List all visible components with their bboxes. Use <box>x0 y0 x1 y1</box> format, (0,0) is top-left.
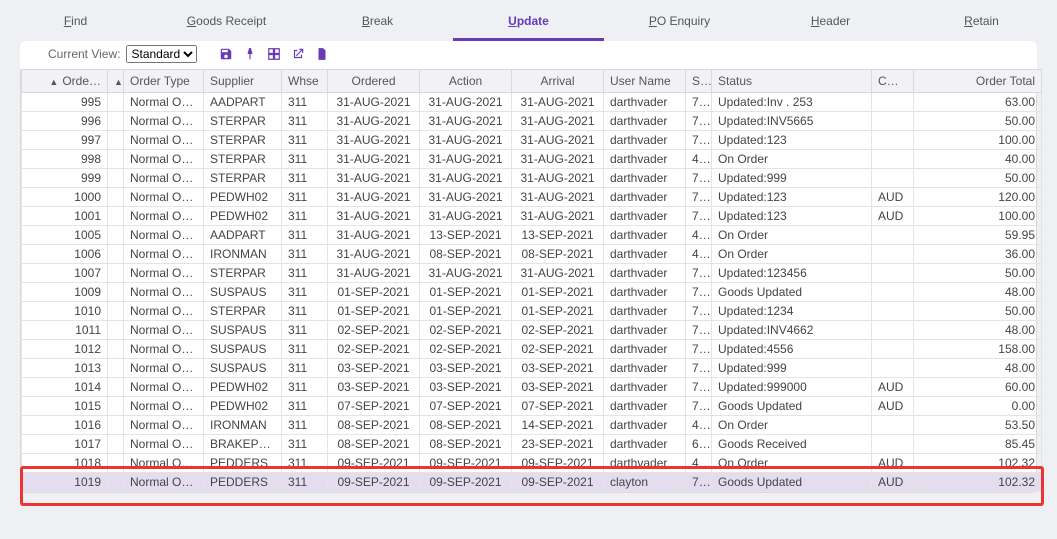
table-row[interactable]: 1017Normal OrderBRAKEPRO31108-SEP-202108… <box>22 435 1042 454</box>
col-user[interactable]: User Name <box>604 70 686 93</box>
col-c[interactable]: C… <box>872 70 914 93</box>
tab-po-enquiry[interactable]: PO Enquiry <box>604 6 755 41</box>
table-row[interactable]: 1013Normal OrderSUSPAUS31103-SEP-202103-… <box>22 359 1042 378</box>
table-row[interactable]: 1016Normal OrderIRONMAN31108-SEP-202108-… <box>22 416 1042 435</box>
col-order[interactable]: Orde… <box>22 70 108 93</box>
table-row[interactable]: 1007Normal OrderSTERPAR31131-AUG-202131-… <box>22 264 1042 283</box>
col-action[interactable]: Action <box>420 70 512 93</box>
col-supplier[interactable]: Supplier <box>204 70 282 93</box>
table-row[interactable]: 1000Normal OrderPEDWH0231131-AUG-202131-… <box>22 188 1042 207</box>
grid-icon[interactable] <box>265 45 283 63</box>
table-row[interactable]: 995Normal OrderAADPART31131-AUG-202131-A… <box>22 93 1042 112</box>
table-row[interactable]: 1014Normal OrderPEDWH0231103-SEP-202103-… <box>22 378 1042 397</box>
tab-goods-receipt[interactable]: Goods Receipt <box>151 6 302 41</box>
table-row[interactable]: 1005Normal OrderAADPART31131-AUG-202113-… <box>22 226 1042 245</box>
tab-break[interactable]: Break <box>302 6 453 41</box>
orders-table: Orde… Order TypeSupplierWhseOrderedAction… <box>21 69 1042 492</box>
table-row[interactable]: 1001Normal OrderPEDWH0231131-AUG-202131-… <box>22 207 1042 226</box>
pin-icon[interactable] <box>241 45 259 63</box>
table-row[interactable]: 1012Normal OrderSUSPAUS31102-SEP-202102-… <box>22 340 1042 359</box>
table-row[interactable]: 1018Normal OrderPEDDERS31109-SEP-202109-… <box>22 454 1042 473</box>
table-row[interactable]: 997Normal OrderSTERPAR31131-AUG-202131-A… <box>22 131 1042 150</box>
table-row[interactable]: 1019Normal OrderPEDDERS31109-SEP-202109-… <box>22 473 1042 492</box>
col-s[interactable]: S… <box>686 70 712 93</box>
tab-find[interactable]: Find <box>0 6 151 41</box>
col-arrival[interactable]: Arrival <box>512 70 604 93</box>
current-view-label: Current View: <box>48 47 120 61</box>
table-row[interactable]: 1009Normal OrderSUSPAUS31101-SEP-202101-… <box>22 283 1042 302</box>
table-row[interactable]: 1011Normal OrderSUSPAUS31102-SEP-202102-… <box>22 321 1042 340</box>
table-header-row: Orde… Order TypeSupplierWhseOrderedAction… <box>22 70 1042 93</box>
current-view-select[interactable]: Standard <box>126 45 197 63</box>
document-icon[interactable] <box>313 45 331 63</box>
tab-update[interactable]: Update <box>453 6 604 41</box>
col-ordered[interactable]: Ordered <box>328 70 420 93</box>
save-icon[interactable] <box>217 45 235 63</box>
col-whse[interactable]: Whse <box>282 70 328 93</box>
table-row[interactable]: 1006Normal OrderIRONMAN31131-AUG-202108-… <box>22 245 1042 264</box>
table-row[interactable]: 1015Normal OrderPEDWH0231107-SEP-202107-… <box>22 397 1042 416</box>
col-type[interactable]: Order Type <box>124 70 204 93</box>
col-sortcol[interactable] <box>108 70 124 93</box>
table-row[interactable]: 1010Normal OrderSTERPAR31101-SEP-202101-… <box>22 302 1042 321</box>
col-status[interactable]: Status <box>712 70 872 93</box>
tab-header[interactable]: Header <box>755 6 906 41</box>
table-row[interactable]: 996Normal OrderSTERPAR31131-AUG-202131-A… <box>22 112 1042 131</box>
table-row[interactable]: 998Normal OrderSTERPAR31131-AUG-202131-A… <box>22 150 1042 169</box>
col-total[interactable]: Order Total <box>914 70 1042 93</box>
tabbar: FindGoods ReceiptBreakUpdatePO EnquiryHe… <box>0 0 1057 41</box>
tab-retain[interactable]: Retain <box>906 6 1057 41</box>
toolbar: Current View: Standard <box>20 41 1037 69</box>
table-row[interactable]: 999Normal OrderSTERPAR31131-AUG-202131-A… <box>22 169 1042 188</box>
export-icon[interactable] <box>289 45 307 63</box>
